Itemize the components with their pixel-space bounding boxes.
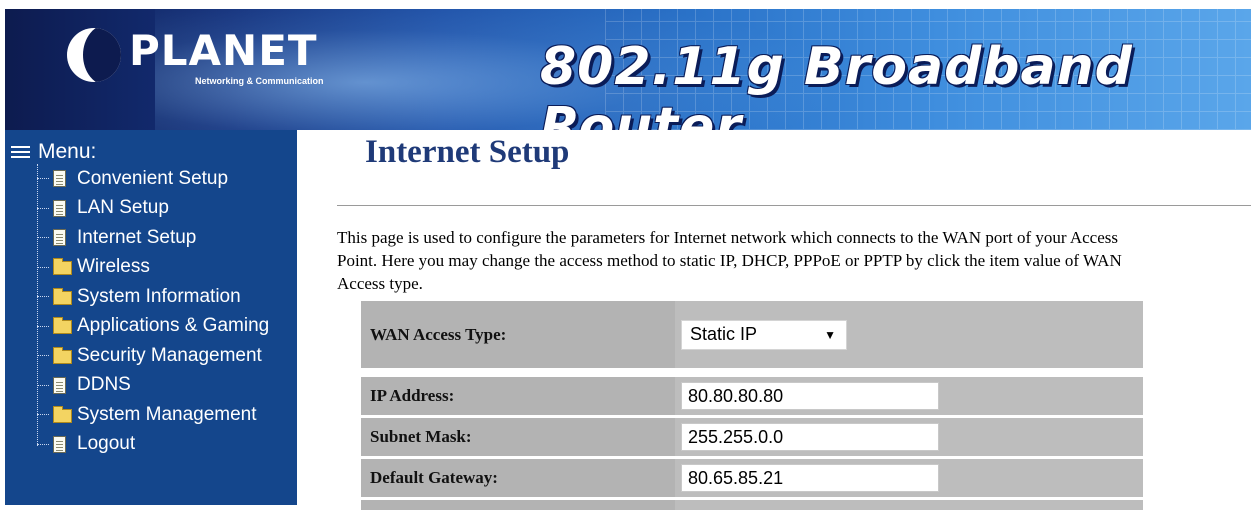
sidebar-item-label[interactable]: DDNS: [77, 374, 131, 396]
product-title: 802.11g Broadband Router: [540, 37, 1133, 130]
chevron-down-icon: ▼: [824, 327, 836, 342]
wan-access-type-row: WAN Access Type: Static IP ▼: [361, 301, 1143, 368]
sidebar-item-wireless[interactable]: Wireless: [37, 253, 269, 283]
default-gateway-input[interactable]: [681, 464, 939, 492]
sidebar-item-ddns[interactable]: DDNS: [37, 371, 269, 401]
document-icon: [53, 170, 66, 188]
sidebar-item-label[interactable]: Security Management: [77, 345, 262, 367]
document-icon: [53, 199, 66, 217]
page-title: Internet Setup: [365, 134, 570, 170]
sidebar-item-label[interactable]: Applications & Gaming: [77, 315, 269, 337]
planet-logo-icon: [67, 28, 121, 82]
subnet-mask-row: Subnet Mask:: [361, 418, 1143, 456]
wan-access-type-select[interactable]: Static IP ▼: [681, 319, 847, 350]
subnet-mask-cell: [675, 418, 1143, 456]
sidebar-item-label[interactable]: System Information: [77, 286, 241, 308]
menu-list: Convenient Setup LAN Setup Internet Setu…: [37, 164, 269, 459]
sidebar-item-convenient-setup[interactable]: Convenient Setup: [37, 164, 269, 194]
subnet-mask-input[interactable]: [681, 423, 939, 451]
menu-title: Menu:: [38, 140, 97, 163]
ip-address-label: IP Address:: [361, 377, 675, 415]
document-icon: [53, 435, 66, 453]
folder-icon: [53, 287, 72, 305]
folder-icon: [53, 258, 72, 276]
folder-icon: [53, 346, 72, 364]
page-description: This page is used to configure the param…: [337, 228, 1122, 293]
sidebar-item-logout[interactable]: Logout: [37, 430, 269, 460]
next-row-partial: [361, 500, 1143, 510]
folder-icon: [53, 317, 72, 335]
document-icon: [53, 229, 66, 247]
ip-address-row: IP Address:: [361, 377, 1143, 415]
sidebar-item-label[interactable]: System Management: [77, 404, 257, 426]
subnet-mask-label: Subnet Mask:: [361, 418, 675, 456]
sidebar-item-system-management[interactable]: System Management: [37, 400, 269, 430]
sidebar-item-label[interactable]: Convenient Setup: [77, 168, 228, 190]
sidebar-item-label[interactable]: LAN Setup: [77, 197, 169, 219]
sidebar-item-internet-setup[interactable]: Internet Setup: [37, 223, 269, 253]
title-divider: [337, 205, 1251, 206]
sidebar-item-label[interactable]: Logout: [77, 433, 135, 455]
sidebar-item-applications-gaming[interactable]: Applications & Gaming: [37, 312, 269, 342]
wan-access-type-value: Static IP: [690, 324, 758, 344]
default-gateway-row: Default Gateway:: [361, 459, 1143, 497]
default-gateway-label: Default Gateway:: [361, 459, 675, 497]
brand-name: PLANET: [129, 26, 318, 75]
sidebar-item-system-information[interactable]: System Information: [37, 282, 269, 312]
menu-list-icon: [11, 145, 30, 159]
sidebar-menu: Menu: Convenient Setup LAN Setup Interne…: [5, 130, 297, 505]
folder-icon: [53, 405, 72, 423]
sidebar-item-label[interactable]: Wireless: [77, 256, 150, 278]
brand-tagline: Networking & Communication: [195, 76, 324, 86]
default-gateway-cell: [675, 459, 1143, 497]
sidebar-item-label[interactable]: Internet Setup: [77, 227, 196, 249]
sidebar-item-lan-setup[interactable]: LAN Setup: [37, 194, 269, 224]
document-icon: [53, 376, 66, 394]
ip-address-cell: [675, 377, 1143, 415]
planet-logo: PLANET Networking & Communication: [67, 26, 324, 96]
wan-access-type-cell: Static IP ▼: [675, 301, 1143, 368]
wan-access-type-label: WAN Access Type:: [361, 301, 675, 368]
sidebar-item-security-management[interactable]: Security Management: [37, 341, 269, 371]
ip-address-input[interactable]: [681, 382, 939, 410]
header-banner: PLANET Networking & Communication 802.11…: [5, 9, 1251, 130]
menu-header: Menu:: [11, 140, 96, 164]
